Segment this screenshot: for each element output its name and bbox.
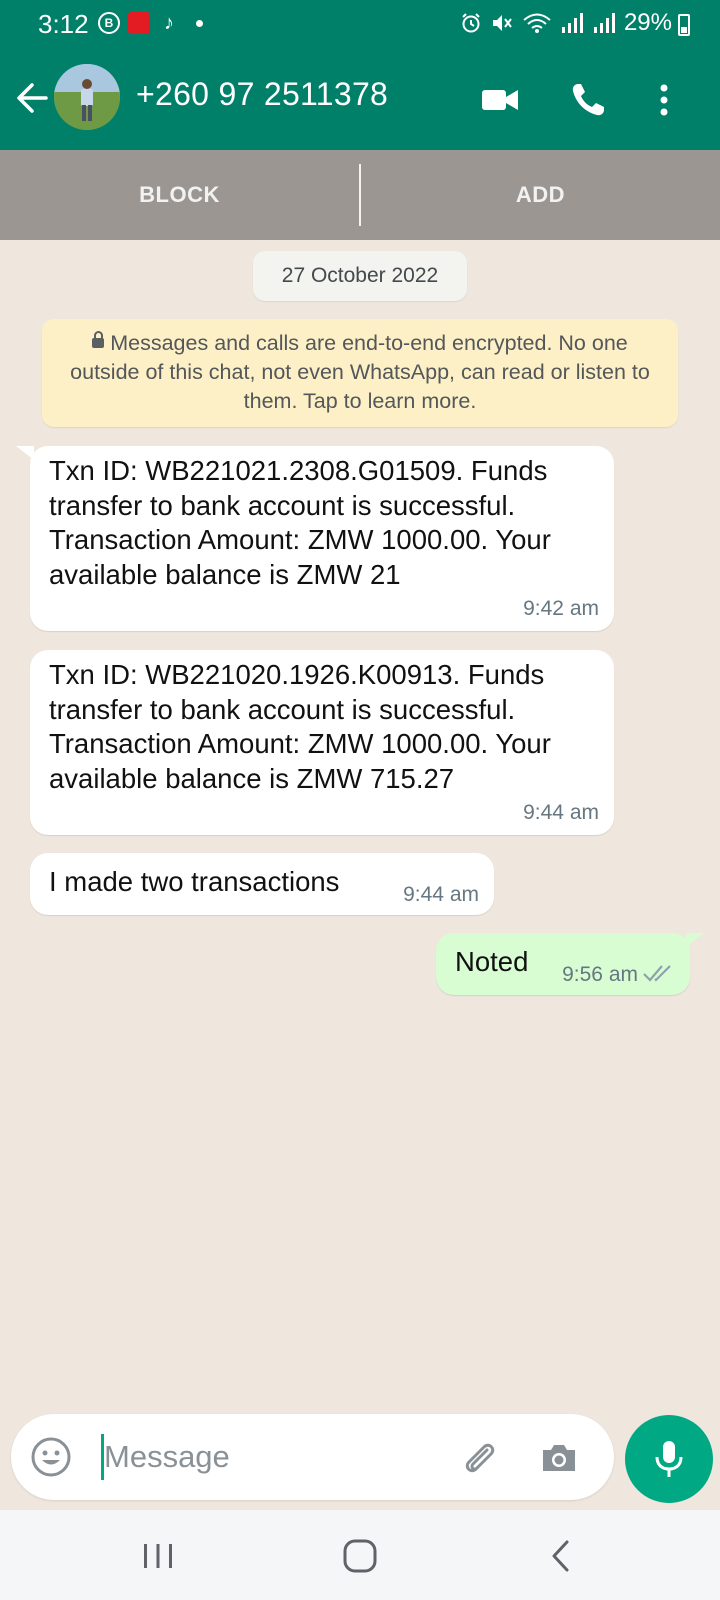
more-vertical-icon[interactable]: [642, 78, 686, 122]
notification-icons: B ♪: [98, 12, 203, 34]
airtel-icon: [128, 12, 150, 34]
status-time: 3:12: [38, 9, 89, 39]
camera-icon[interactable]: [537, 1436, 581, 1480]
system-nav-bar: [0, 1510, 720, 1600]
mute-icon: [492, 15, 512, 31]
signal-icon: [561, 13, 583, 33]
message-bubble-incoming[interactable]: Txn ID: WB221020.1926.K00913. Funds tran…: [30, 650, 614, 835]
message-input[interactable]: [104, 1432, 434, 1482]
message-time: 9:42 am: [523, 597, 599, 620]
message-time: 9:44 am: [403, 883, 479, 906]
block-button[interactable]: BLOCK: [0, 150, 359, 240]
home-icon[interactable]: [338, 1534, 382, 1578]
dot-icon: [196, 19, 203, 27]
encryption-notice[interactable]: Messages and calls are end-to-end encryp…: [42, 319, 678, 427]
attach-icon[interactable]: [457, 1436, 501, 1480]
read-receipt-icon: [643, 965, 671, 982]
chat-area[interactable]: 27 October 2022 Messages and calls are e…: [0, 240, 720, 1510]
battery-icon: [678, 14, 690, 36]
alarm-icon: [462, 13, 480, 33]
lock-icon: [92, 331, 105, 349]
phone-icon[interactable]: [566, 78, 610, 122]
block-add-bar: BLOCK ADD: [0, 150, 720, 240]
wifi-icon: [523, 13, 551, 33]
message-text: Txn ID: WB221021.2308.G01509. Funds tran…: [49, 455, 551, 590]
recent-apps-icon[interactable]: [136, 1534, 180, 1578]
encryption-notice-text: Messages and calls are end-to-end encryp…: [70, 331, 650, 413]
b-badge-icon: B: [98, 12, 120, 34]
date-chip: 27 October 2022: [253, 251, 467, 301]
message-bubble-incoming[interactable]: I made two transactions 9:44 am: [30, 853, 494, 915]
voice-message-button[interactable]: [625, 1415, 713, 1503]
message-text: Txn ID: WB221020.1926.K00913. Funds tran…: [49, 659, 551, 794]
message-bubble-outgoing[interactable]: Noted 9:56 am: [436, 933, 704, 995]
status-bar: 3:12 B ♪ 29%: [0, 0, 720, 50]
message-bubble-incoming[interactable]: Txn ID: WB221021.2308.G01509. Funds tran…: [16, 446, 614, 631]
avatar-image: [54, 64, 120, 130]
back-arrow-icon[interactable]: [14, 78, 50, 118]
signal-icon: [593, 13, 615, 33]
tiktok-icon: ♪: [164, 12, 174, 34]
add-button[interactable]: ADD: [361, 150, 720, 240]
message-time: 9:56 am: [562, 963, 638, 986]
system-icons: 29%: [460, 9, 672, 37]
mic-icon: [655, 1441, 683, 1477]
video-call-icon[interactable]: [478, 78, 522, 122]
message-time: 9:44 am: [523, 801, 599, 824]
avatar[interactable]: [54, 64, 120, 130]
chat-header: +260 97 2511378: [0, 50, 720, 150]
emoji-icon[interactable]: [29, 1435, 73, 1479]
composer-bar: [0, 1400, 720, 1510]
message-input-container[interactable]: [11, 1414, 614, 1500]
nav-back-icon[interactable]: [540, 1534, 584, 1578]
contact-name[interactable]: +260 97 2511378: [136, 76, 388, 113]
battery-percent: 29%: [623, 9, 672, 36]
